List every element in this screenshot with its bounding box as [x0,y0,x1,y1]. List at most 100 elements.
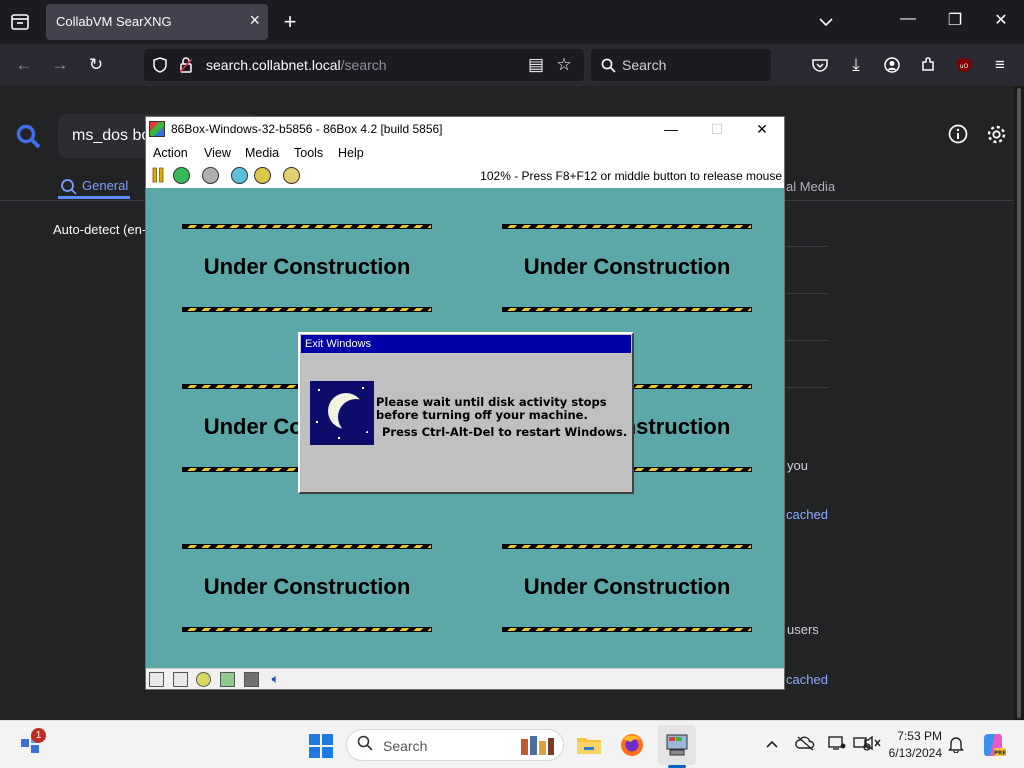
file-explorer-icon[interactable] [575,731,603,759]
ublock-origin-icon[interactable]: uO [952,53,976,77]
language-select[interactable]: Auto-detect (en- [53,222,146,237]
under-construction-tile: Under Construction [182,224,432,314]
new-tab-button[interactable]: + [278,9,302,34]
under-construction-text: Under Construction [203,574,411,599]
moon-night-icon [310,381,374,445]
firefox-view-icon[interactable] [8,10,32,34]
cdrom-icon[interactable] [196,672,211,687]
menu-help[interactable]: Help [338,146,364,160]
86box-statusbar: 🔈︎ [146,668,784,689]
back-arrow-icon[interactable]: ← [12,53,36,77]
power-icon[interactable] [202,167,219,184]
86box-toolbar: 102% - Press F8+F12 or middle button to … [146,164,784,188]
settings-gear-icon[interactable] [986,124,1007,150]
account-icon[interactable] [880,53,904,77]
tray-overflow-chevron-icon[interactable] [762,735,782,755]
86box-app-icon [149,121,165,137]
browser-tab-active[interactable]: CollabVM SearXNG × [46,4,268,40]
reload-icon[interactable]: ↻ [84,53,108,77]
url-host: search.collabnet.local [206,57,341,73]
star [338,437,340,439]
result-snippet-fragment: you [787,458,808,473]
tab-general[interactable]: General [82,178,128,193]
taskbar-clock-date[interactable]: 6/13/2024 [878,746,942,760]
hard-reset-icon[interactable] [254,167,271,184]
taskbar-search-box[interactable]: Search [346,729,564,761]
86box-maximize-button[interactable]: ☐ [706,120,728,140]
svg-text:uO: uO [960,63,969,70]
pocket-icon[interactable] [808,53,832,77]
screenshot-icon[interactable] [283,167,300,184]
shield-icon[interactable] [148,53,172,77]
insecure-lock-icon[interactable] [174,53,198,77]
network-card-icon[interactable] [244,672,259,687]
settings-gear-vm-icon[interactable] [231,167,248,184]
scrollbar-thumb[interactable] [1017,88,1021,718]
menu-tools[interactable]: Tools [294,146,323,160]
86box-taskbar-button[interactable] [658,725,696,765]
close-browser-button[interactable]: ✕ [989,10,1013,34]
hard-disk-icon[interactable] [220,672,235,687]
exit-windows-dialog: Exit Windows Please wait until disk acti… [298,332,634,494]
close-tab-icon[interactable]: × [249,10,260,31]
vm-display[interactable]: Under Construction Under Construction Un… [146,188,784,668]
copilot-icon[interactable]: PRE [980,732,1006,758]
windows-logo-tile [322,734,333,745]
menu-media[interactable]: Media [245,146,279,160]
taskbar-clock-time[interactable]: 7:53 PM [884,729,942,743]
86box-status-message: 102% - Press F8+F12 or middle button to … [480,169,782,183]
forward-arrow-icon[interactable]: → [48,53,72,77]
tab-general-underline [58,196,130,199]
search-highlight-image [517,733,557,757]
taskbar-search-label: Search [383,738,428,754]
hamburger-menu-icon[interactable]: ≡ [988,53,1012,77]
sidebar-divider [786,387,828,388]
reader-view-icon[interactable]: ▤ [524,53,548,77]
floppy-b-icon[interactable] [173,672,188,687]
page-scrollbar[interactable] [1014,86,1024,720]
browser-tab-bar: CollabVM SearXNG × + — ❐ ✕ [0,0,1024,44]
list-all-tabs-icon[interactable] [814,10,838,34]
display-icon[interactable] [827,735,847,755]
url-text[interactable]: search.collabnet.local/search [206,57,387,73]
menu-view[interactable]: View [204,146,231,160]
caution-stripe [182,627,432,632]
bookmark-star-icon[interactable]: ☆ [552,53,576,77]
onedrive-offline-icon[interactable] [795,735,815,755]
caution-stripe [502,224,752,229]
minimize-browser-button[interactable]: — [896,10,920,34]
menu-action[interactable]: Action [153,146,188,160]
searxng-logo-search-icon[interactable] [16,124,42,155]
firefox-icon[interactable] [618,731,646,759]
url-bar[interactable]: search.collabnet.local/search ▤ ☆ [144,49,584,81]
ctrl-alt-del-icon[interactable] [173,167,190,184]
moon-crescent [328,393,374,435]
86box-titlebar[interactable]: 86Box-Windows-32-b5856 - 86Box 4.2 [buil… [146,117,784,142]
under-construction-text: Under Construction [203,254,411,279]
notifications-bell-icon[interactable] [946,735,966,755]
star [362,387,364,389]
restore-browser-button[interactable]: ❐ [943,10,967,34]
widgets-notification-badge: 1 [31,728,46,743]
windows-logo-tile [309,734,320,745]
sidebar-divider [786,340,828,341]
extensions-puzzle-icon[interactable] [916,53,940,77]
cached-link[interactable]: cached [786,507,828,522]
86box-close-button[interactable]: ✕ [751,120,773,140]
pause-icon[interactable] [151,167,168,184]
windows-start-button[interactable] [309,734,333,758]
info-icon[interactable] [948,124,968,149]
tab-social-media[interactable]: al Media [786,179,835,194]
floppy-a-icon[interactable] [149,672,164,687]
86box-minimize-button[interactable]: — [660,120,682,140]
windows-logo-tile [309,747,320,758]
windows-taskbar: 1 Search 7:53 PM 6/13/2024 PRE [0,720,1024,768]
sound-speaker-icon[interactable]: 🔈︎ [268,672,283,687]
sidebar-divider [786,246,828,247]
web-search-bar[interactable]: Search [591,49,771,81]
svg-text:PRE: PRE [994,751,1006,757]
downloads-icon[interactable]: ⤓ [844,53,868,77]
caution-stripe [502,307,752,312]
under-construction-tile: Under Construction [502,544,752,634]
cached-link[interactable]: cached [786,672,828,687]
